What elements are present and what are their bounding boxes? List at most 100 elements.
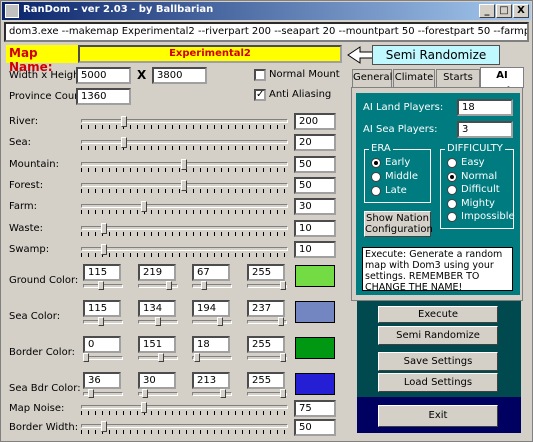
color-channel-field[interactable]: 151 bbox=[138, 336, 176, 353]
terrain-label: Forest: bbox=[9, 179, 44, 191]
border-width-slider[interactable] bbox=[81, 421, 288, 435]
color-channel-slider[interactable] bbox=[138, 353, 178, 363]
exit-button[interactable]: Exit bbox=[378, 405, 498, 427]
color-channel-field[interactable]: 18 bbox=[192, 336, 230, 353]
close-button[interactable]: X bbox=[513, 4, 529, 18]
color-label: Sea Color: bbox=[9, 311, 61, 322]
color-channel-field[interactable]: 67 bbox=[192, 264, 230, 281]
era-radio[interactable] bbox=[371, 186, 381, 196]
ai-sea-players-label: AI Sea Players: bbox=[363, 124, 438, 135]
color-channel-field[interactable]: 115 bbox=[83, 300, 121, 317]
difficulty-radio[interactable] bbox=[447, 171, 457, 182]
title-bar[interactable]: RanDom - ver 2.03 - by Ballbarian _ □ X bbox=[2, 2, 531, 20]
era-radio[interactable] bbox=[371, 172, 381, 182]
color-channel-slider[interactable] bbox=[192, 353, 232, 363]
color-channel-field[interactable]: 213 bbox=[192, 372, 230, 389]
load-settings-button[interactable]: Load Settings bbox=[378, 373, 498, 392]
color-channel-slider[interactable] bbox=[247, 389, 287, 399]
color-label: Border Color: bbox=[9, 347, 76, 358]
ai-sea-players-field[interactable]: 3 bbox=[457, 121, 513, 138]
terrain-slider[interactable] bbox=[81, 179, 288, 194]
terrain-value-field[interactable]: 10 bbox=[294, 240, 336, 258]
command-line-field[interactable]: dom3.exe --makemap Experimental2 --river… bbox=[4, 22, 529, 42]
terrain-slider[interactable] bbox=[81, 137, 288, 151]
terrain-slider[interactable] bbox=[81, 222, 288, 237]
show-nation-config-button[interactable]: Show Nation Configuration bbox=[364, 211, 433, 237]
color-channel-slider[interactable] bbox=[247, 353, 287, 363]
difficulty-option-label: Mighty bbox=[461, 197, 495, 209]
difficulty-radio[interactable] bbox=[447, 185, 457, 195]
tab-climate[interactable]: Climate bbox=[393, 69, 435, 87]
width-field[interactable]: 5000 bbox=[76, 67, 131, 84]
map-noise-slider[interactable] bbox=[81, 402, 288, 416]
difficulty-radio[interactable] bbox=[447, 212, 457, 222]
era-radio[interactable] bbox=[371, 158, 381, 168]
color-channel-field[interactable]: 255 bbox=[247, 336, 285, 353]
color-channel-slider[interactable] bbox=[247, 317, 287, 327]
difficulty-radio[interactable] bbox=[447, 158, 457, 168]
difficulty-option-label: Impossible bbox=[461, 211, 515, 222]
color-channel-field[interactable]: 237 bbox=[247, 300, 285, 317]
height-field[interactable]: 3800 bbox=[152, 67, 207, 84]
semi-randomize-button[interactable]: Semi Randomize bbox=[378, 326, 498, 345]
color-channel-slider[interactable] bbox=[192, 389, 232, 399]
color-label: Ground Color: bbox=[9, 275, 79, 286]
terrain-slider[interactable] bbox=[81, 158, 288, 173]
difficulty-title: DIFFICULTY bbox=[445, 143, 505, 154]
color-channel-slider[interactable] bbox=[192, 281, 232, 291]
map-noise-label: Map Noise: bbox=[9, 403, 65, 414]
semi-randomize-banner[interactable]: Semi Randomize bbox=[372, 45, 500, 65]
terrain-value-field[interactable]: 10 bbox=[294, 219, 336, 237]
terrain-slider[interactable] bbox=[81, 201, 288, 215]
terrain-value-field[interactable]: 200 bbox=[294, 113, 336, 130]
province-count-field[interactable]: 1360 bbox=[76, 88, 131, 105]
terrain-value-field[interactable]: 50 bbox=[294, 155, 336, 173]
tab-ai-gods[interactable]: AI Gods bbox=[480, 67, 524, 97]
terrain-slider[interactable] bbox=[81, 243, 288, 258]
color-channel-field[interactable]: 0 bbox=[83, 336, 121, 353]
color-channel-slider[interactable] bbox=[83, 389, 123, 399]
color-channel-slider[interactable] bbox=[83, 317, 123, 327]
color-channel-field[interactable]: 219 bbox=[138, 264, 176, 281]
color-channel-slider[interactable] bbox=[138, 389, 178, 399]
difficulty-radio[interactable] bbox=[447, 198, 457, 209]
map-name-field[interactable]: Experimental2 bbox=[78, 45, 342, 63]
color-channel-field[interactable]: 115 bbox=[83, 264, 121, 281]
normal-mount-checkbox[interactable] bbox=[254, 69, 266, 81]
times-sign: X bbox=[137, 68, 147, 82]
color-channel-slider[interactable] bbox=[138, 281, 178, 291]
minimize-button[interactable]: _ bbox=[479, 4, 495, 18]
color-channel-slider[interactable] bbox=[83, 353, 123, 363]
terrain-value-field[interactable]: 50 bbox=[294, 176, 336, 194]
color-channel-field[interactable]: 30 bbox=[138, 372, 176, 389]
map-noise-field[interactable]: 75 bbox=[294, 400, 336, 417]
tab-starts[interactable]: Starts bbox=[436, 69, 480, 87]
terrain-value-field[interactable]: 30 bbox=[294, 198, 336, 216]
color-swatch bbox=[295, 301, 335, 323]
anti-aliasing-label: Anti Aliasing bbox=[269, 89, 332, 100]
color-channel-field[interactable]: 255 bbox=[247, 372, 285, 389]
color-channel-slider[interactable] bbox=[83, 281, 123, 291]
anti-aliasing-checkbox[interactable]: ✓ bbox=[254, 89, 266, 101]
execute-button[interactable]: Execute bbox=[378, 306, 498, 323]
tab-general[interactable]: General bbox=[352, 69, 392, 87]
save-settings-button[interactable]: Save Settings bbox=[378, 352, 498, 371]
maximize-button[interactable]: □ bbox=[496, 4, 512, 18]
terrain-value-field[interactable]: 20 bbox=[294, 134, 336, 152]
era-option-label: Middle bbox=[385, 171, 419, 182]
terrain-label: Sea: bbox=[9, 137, 31, 149]
app-icon bbox=[5, 4, 19, 18]
border-width-field[interactable]: 50 bbox=[294, 419, 336, 436]
color-channel-slider[interactable] bbox=[247, 281, 287, 291]
color-label: Sea Bdr Color: bbox=[9, 383, 81, 394]
terrain-slider[interactable] bbox=[81, 116, 288, 130]
color-channel-field[interactable]: 36 bbox=[83, 372, 121, 389]
color-channel-field[interactable]: 134 bbox=[138, 300, 176, 317]
color-channel-slider[interactable] bbox=[138, 317, 178, 327]
color-channel-field[interactable]: 255 bbox=[247, 264, 285, 281]
info-text-box: Execute: Generate a random map with Dom3… bbox=[362, 247, 513, 293]
color-channel-field[interactable]: 194 bbox=[192, 300, 230, 317]
normal-mount-label: Normal Mount bbox=[269, 69, 340, 80]
color-channel-slider[interactable] bbox=[192, 317, 232, 327]
ai-land-players-field[interactable]: 18 bbox=[457, 99, 513, 116]
